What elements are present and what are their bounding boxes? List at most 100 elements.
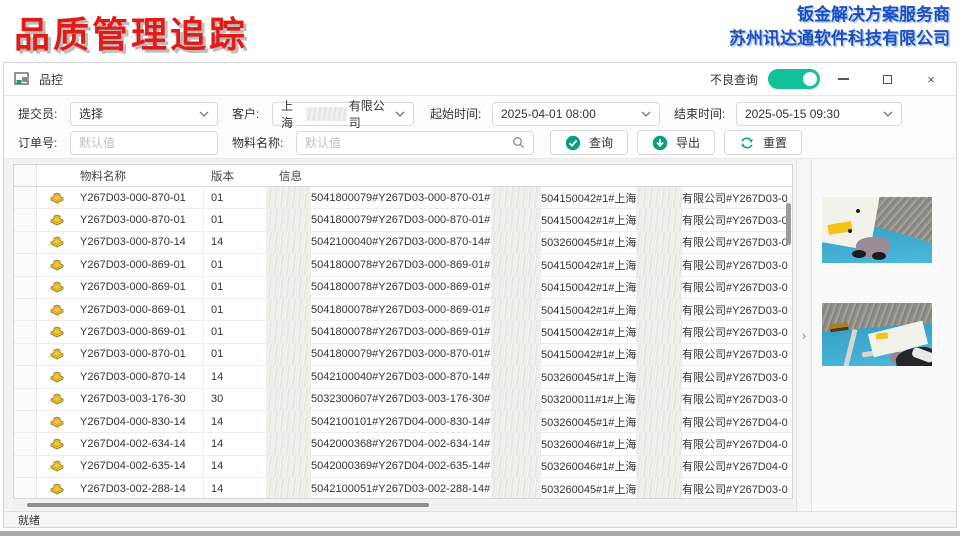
info-segment-1: 5041800079#Y267D03-000-870-01#	[311, 348, 491, 360]
table-row[interactable]: Y267D03-000-870-01 01 5041800079#Y267D03…	[14, 209, 792, 231]
redacted-block	[636, 299, 682, 320]
query-button[interactable]: 查询	[550, 130, 628, 155]
info-segment-1: 5042000369#Y267D04-002-635-14#	[311, 460, 491, 472]
row-selector-cell[interactable]	[14, 277, 37, 298]
close-button[interactable]: ×	[910, 64, 952, 94]
redacted-block	[267, 187, 311, 208]
close-icon: ×	[927, 72, 935, 87]
info-column-header[interactable]: 信息	[267, 165, 792, 186]
horizontal-scrollbar-thumb[interactable]	[27, 503, 429, 507]
info-segment-1: 5041800078#Y267D03-000-869-01#	[311, 281, 491, 293]
end-time-select[interactable]: 2025-05-15 09:30	[736, 102, 902, 126]
info-segment-3: 有限公司#Y267D03-0	[682, 279, 792, 295]
table-row[interactable]: Y267D04-002-635-14 14 5042000369#Y267D04…	[14, 456, 792, 478]
filter-row-1: 提交员: 选择 客户: 上海有限公司 起始时间: 2025-04-01 08:0…	[18, 99, 942, 128]
export-button[interactable]: 导出	[637, 130, 715, 155]
version-cell: 01	[204, 321, 267, 342]
screen: 品质管理追踪 钣金解决方案服务商 苏州讯达通软件科技有限公司 品控 不良查询 ×	[0, 0, 960, 540]
row-selector-cell[interactable]	[14, 232, 37, 253]
table-row[interactable]: Y267D04-000-830-14 14 5042100101#Y267D04…	[14, 411, 792, 433]
row-selector-cell[interactable]	[14, 209, 37, 230]
table-row[interactable]: Y267D03-000-870-14 14 5042100040#Y267D03…	[14, 366, 792, 388]
row-selector-cell[interactable]	[14, 321, 37, 342]
redacted-block	[267, 433, 311, 454]
material-column-header[interactable]: 物料名称	[76, 165, 204, 186]
info-segment-1: 5041800079#Y267D03-000-870-01#	[311, 192, 491, 204]
row-selector-cell[interactable]	[14, 344, 37, 365]
photo2-bracket-part	[830, 322, 849, 332]
company-line1: 钣金解决方案服务商	[729, 3, 950, 27]
panel-expander[interactable]: ›	[796, 159, 812, 511]
search-icon[interactable]	[512, 136, 525, 149]
version-cell: 30	[204, 389, 267, 410]
row-selector-cell[interactable]	[14, 456, 37, 477]
defect-photo-thumbnail-2[interactable]	[822, 303, 932, 366]
material-cell: Y267D04-002-634-14	[76, 433, 204, 454]
table-row[interactable]: Y267D03-000-869-01 01 5041800078#Y267D03…	[14, 299, 792, 321]
photo2-yellow-label	[876, 332, 889, 339]
table-row[interactable]: Y267D03-000-870-01 01 5041800079#Y267D03…	[14, 187, 792, 209]
redacted-block	[267, 411, 311, 432]
table-row[interactable]: Y267D03-000-870-14 14 5042100040#Y267D03…	[14, 232, 792, 254]
info-segment-1: 5042100101#Y267D04-000-830-14#	[311, 416, 491, 428]
part-icon	[50, 304, 64, 316]
row-selector-cell[interactable]	[14, 433, 37, 454]
defect-query-toggle[interactable]	[768, 69, 820, 89]
row-selector-cell[interactable]	[14, 254, 37, 275]
maximize-button[interactable]	[866, 64, 908, 94]
material-cell: Y267D03-000-870-01	[76, 187, 204, 208]
photo1-hole	[848, 229, 852, 233]
version-column-header[interactable]: 版本	[204, 165, 267, 186]
defect-photo-thumbnail-1[interactable]	[822, 197, 932, 263]
row-selector-cell[interactable]	[14, 366, 37, 387]
info-segment-2: 504150042#1#上海	[541, 190, 636, 206]
customer-value-suffix: 有限公司	[349, 97, 395, 131]
part-icon	[50, 416, 64, 428]
info-segment-2: 504150042#1#上海	[541, 257, 636, 273]
row-selector-cell[interactable]	[14, 299, 37, 320]
photo1-shoe	[852, 250, 866, 258]
material-cell: Y267D04-000-830-14	[76, 411, 204, 432]
redacted-block	[491, 411, 541, 432]
vertical-scrollbar[interactable]	[786, 203, 791, 245]
window-title: 品控	[39, 71, 63, 88]
row-selector-cell[interactable]	[14, 389, 37, 410]
table-row[interactable]: Y267D03-000-869-01 01 5041800078#Y267D03…	[14, 277, 792, 299]
part-icon	[50, 393, 64, 405]
customer-select[interactable]: 上海有限公司	[272, 102, 414, 126]
table-row[interactable]: Y267D03-000-869-01 01 5041800078#Y267D03…	[14, 254, 792, 276]
row-selector-cell[interactable]	[14, 478, 37, 499]
submitter-value: 选择	[79, 105, 103, 122]
horizontal-scrollbar-track[interactable]	[13, 501, 793, 509]
info-cell: 5032300607#Y267D03-003-176-30# 503200011…	[267, 389, 792, 410]
row-selector-cell[interactable]	[14, 187, 37, 208]
material-name-input[interactable]	[305, 132, 512, 154]
info-cell: 5041800079#Y267D03-000-870-01# 504150042…	[267, 344, 792, 365]
redacted-block	[636, 277, 682, 298]
info-segment-2: 503260046#1#上海	[541, 436, 636, 452]
reset-button[interactable]: 重置	[724, 130, 802, 155]
order-no-input[interactable]	[79, 132, 209, 154]
query-button-label: 查询	[589, 134, 613, 151]
material-cell: Y267D03-000-870-14	[76, 366, 204, 387]
part-icon	[50, 214, 64, 226]
part-icon	[50, 483, 64, 495]
chevron-down-icon	[395, 111, 405, 117]
submitter-select[interactable]: 选择	[70, 102, 218, 126]
table-row[interactable]: Y267D03-003-176-30 30 5032300607#Y267D03…	[14, 389, 792, 411]
start-time-select[interactable]: 2025-04-01 08:00	[492, 102, 660, 126]
submitter-label: 提交员:	[18, 105, 70, 122]
row-selector-cell[interactable]	[14, 411, 37, 432]
table-row[interactable]: Y267D03-002-288-14 14 5042100051#Y267D03…	[14, 478, 792, 499]
row-header-column	[14, 165, 37, 186]
table-row[interactable]: Y267D03-000-869-01 01 5041800078#Y267D03…	[14, 321, 792, 343]
material-cell: Y267D04-002-635-14	[76, 456, 204, 477]
minimize-button[interactable]	[822, 64, 864, 94]
chevron-right-icon: ›	[802, 328, 806, 343]
info-segment-1: 5042100040#Y267D03-000-870-14#	[311, 236, 491, 248]
info-segment-2: 503260045#1#上海	[541, 369, 636, 385]
info-segment-1: 5032300607#Y267D03-003-176-30#	[311, 393, 491, 405]
company-line2: 苏州讯达通软件科技有限公司	[729, 27, 950, 51]
table-row[interactable]: Y267D03-000-870-01 01 5041800079#Y267D03…	[14, 344, 792, 366]
table-row[interactable]: Y267D04-002-634-14 14 5042000368#Y267D04…	[14, 433, 792, 455]
